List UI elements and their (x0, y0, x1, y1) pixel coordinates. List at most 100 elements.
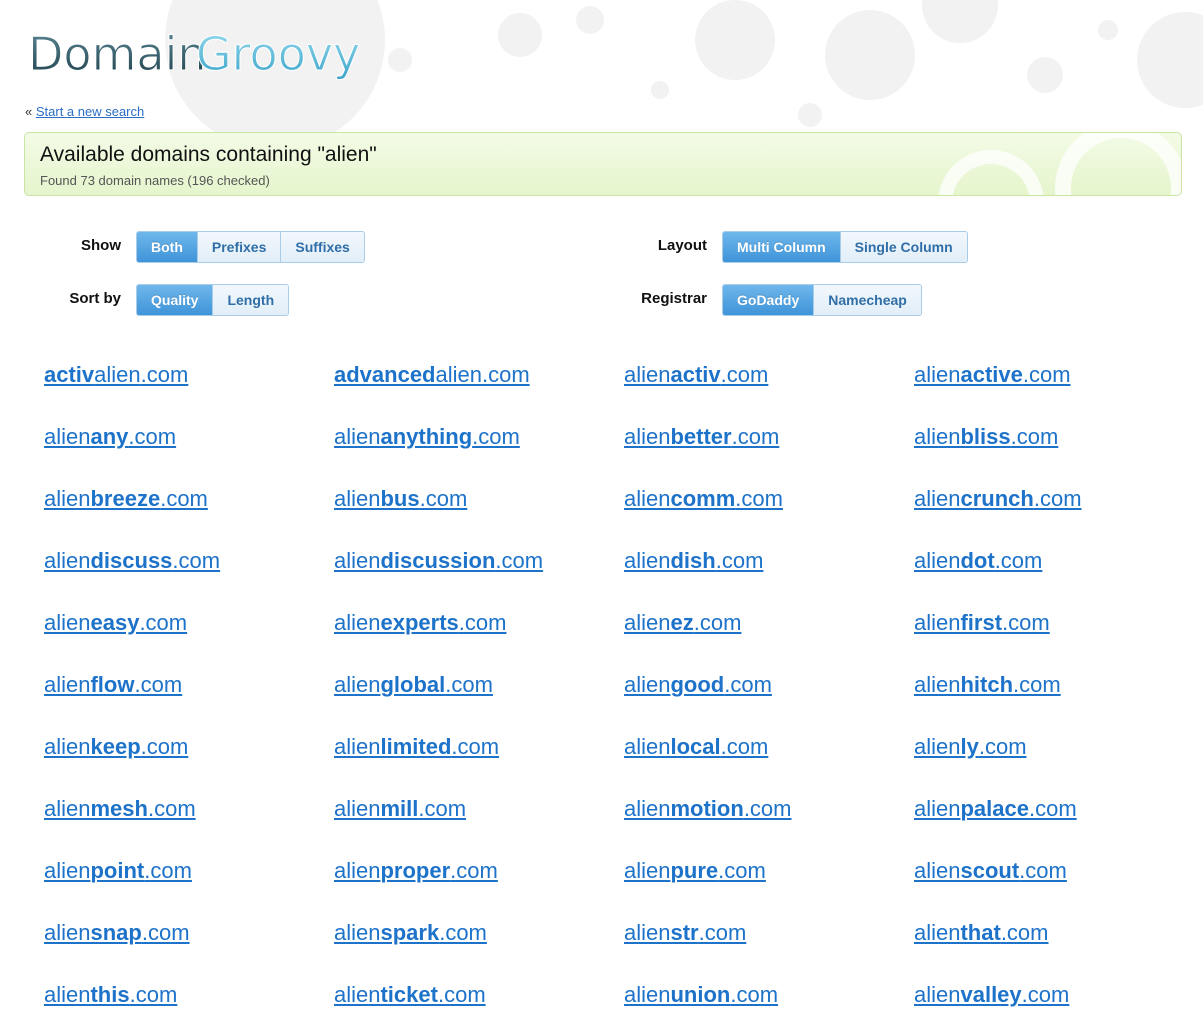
domain-link[interactable]: aliendish.com (624, 548, 763, 574)
domain-keyword: alien (334, 548, 381, 573)
domaingroovy-logo[interactable]: Domain Groovy (26, 18, 386, 84)
layout-multi-column-button[interactable]: Multi Column (723, 232, 840, 262)
registrar-namecheap-button[interactable]: Namecheap (813, 285, 921, 315)
show-suffixes-button[interactable]: Suffixes (280, 232, 364, 262)
domain-link[interactable]: alienthis.com (44, 982, 177, 1008)
domain-link[interactable]: alienflow.com (44, 672, 182, 698)
domain-suffix: any (90, 424, 129, 449)
domain-keyword: alien (914, 796, 961, 821)
domain-link[interactable]: alienproper.com (334, 858, 498, 884)
sort-quality-button[interactable]: Quality (137, 285, 213, 315)
domain-suffix: bliss (960, 424, 1011, 449)
domain-tld: .com (140, 362, 189, 387)
domain-link[interactable]: alienlocal.com (624, 734, 768, 760)
domain-tld: .com (731, 424, 780, 449)
domain-link[interactable]: alienglobal.com (334, 672, 493, 698)
domain-link[interactable]: alienactive.com (914, 362, 1071, 388)
domain-tld: .com (481, 362, 530, 387)
sort-length-button[interactable]: Length (212, 285, 289, 315)
domain-link[interactable]: aliendiscussion.com (334, 548, 543, 574)
domain-suffix: hitch (960, 672, 1014, 697)
domain-link[interactable]: alienanything.com (334, 424, 520, 450)
domain-link[interactable]: alienstr.com (624, 920, 746, 946)
domain-link[interactable]: alienbus.com (334, 486, 467, 512)
registrar-godaddy-button[interactable]: GoDaddy (723, 285, 814, 315)
logo-text-domain: Domain (28, 27, 207, 81)
domain-keyword: alien (334, 858, 381, 883)
show-both-button[interactable]: Both (137, 232, 197, 262)
banner-rings-decoration (938, 133, 1181, 195)
domain-link[interactable]: aliengood.com (624, 672, 772, 698)
domain-link[interactable]: alienany.com (44, 424, 176, 450)
domain-link[interactable]: alienhitch.com (914, 672, 1061, 698)
domain-prefix: advanced (334, 362, 436, 387)
sort-label: Sort by (69, 290, 121, 307)
domain-suffix: discussion (380, 548, 496, 573)
domain-tld: .com (720, 362, 769, 387)
domain-link[interactable]: alienpoint.com (44, 858, 192, 884)
domain-suffix: ly (960, 734, 979, 759)
domain-link[interactable]: alienactiv.com (624, 362, 768, 388)
start-new-search-link[interactable]: Start a new search (36, 104, 144, 119)
domain-link[interactable]: advancedalien.com (334, 362, 530, 388)
domain-link[interactable]: alienbetter.com (624, 424, 779, 450)
domain-keyword: alien (914, 982, 961, 1007)
domain-link[interactable]: alieneasy.com (44, 610, 187, 636)
domain-link[interactable]: alienlimited.com (334, 734, 499, 760)
domain-keyword: alien (914, 362, 961, 387)
domain-tld: .com (418, 796, 467, 821)
domain-link[interactable]: alienbliss.com (914, 424, 1058, 450)
domain-tld: .com (1002, 610, 1050, 635)
domain-keyword: alien (914, 920, 961, 945)
show-prefixes-button[interactable]: Prefixes (196, 232, 281, 262)
domain-link[interactable]: alienly.com (914, 734, 1027, 760)
layout-single-column-button[interactable]: Single Column (839, 232, 967, 262)
domain-suffix: that (960, 920, 1001, 945)
domain-link[interactable]: alienpalace.com (914, 796, 1077, 822)
domain-suffix: palace (960, 796, 1029, 821)
domain-link[interactable]: aliencrunch.com (914, 486, 1082, 512)
back-nav: « Start a new search (25, 104, 144, 119)
domain-tld: .com (718, 858, 766, 883)
domain-link[interactable]: aliencomm.com (624, 486, 783, 512)
domain-link[interactable]: alienkeep.com (44, 734, 188, 760)
domain-link[interactable]: activalien.com (44, 362, 188, 388)
domain-tld: .com (1021, 982, 1070, 1007)
domain-tld: .com (720, 734, 769, 759)
domain-tld: .com (730, 982, 779, 1007)
domain-tld: .com (994, 548, 1043, 573)
domain-link[interactable]: alienscout.com (914, 858, 1067, 884)
domain-tld: .com (144, 858, 192, 883)
domain-tld: .com (445, 672, 493, 697)
domain-link[interactable]: alienbreeze.com (44, 486, 208, 512)
domain-keyword: alien (334, 982, 381, 1007)
domain-link[interactable]: alienmotion.com (624, 796, 792, 822)
domain-link[interactable]: alienvalley.com (914, 982, 1069, 1008)
domain-suffix: scout (960, 858, 1020, 883)
domain-suffix: bus (380, 486, 420, 511)
domain-link[interactable]: aliendot.com (914, 548, 1042, 574)
domain-keyword: alien (334, 424, 381, 449)
domain-link[interactable]: alienexperts.com (334, 610, 506, 636)
domain-link[interactable]: alienticket.com (334, 982, 486, 1008)
domain-link[interactable]: alienpure.com (624, 858, 766, 884)
layout-label: Layout (657, 237, 707, 254)
layout-toggle: Multi Column Single Column (722, 231, 968, 263)
domain-link[interactable]: alienunion.com (624, 982, 778, 1008)
domain-link[interactable]: aliendiscuss.com (44, 548, 220, 574)
domain-link[interactable]: aliensnap.com (44, 920, 190, 946)
domain-keyword: alien (44, 610, 91, 635)
domain-link[interactable]: alienez.com (624, 610, 741, 636)
domain-keyword: alien (334, 672, 381, 697)
domain-link[interactable]: alienspark.com (334, 920, 487, 946)
domain-link[interactable]: alienfirst.com (914, 610, 1050, 636)
domain-tld: .com (419, 486, 468, 511)
domain-link[interactable]: alienmill.com (334, 796, 466, 822)
domain-keyword: alien (624, 672, 671, 697)
domain-tld: .com (147, 796, 196, 821)
domain-link[interactable]: alienmesh.com (44, 796, 196, 822)
domain-suffix: discuss (90, 548, 173, 573)
domain-tld: .com (698, 920, 747, 945)
domain-tld: .com (743, 796, 792, 821)
domain-link[interactable]: alienthat.com (914, 920, 1049, 946)
